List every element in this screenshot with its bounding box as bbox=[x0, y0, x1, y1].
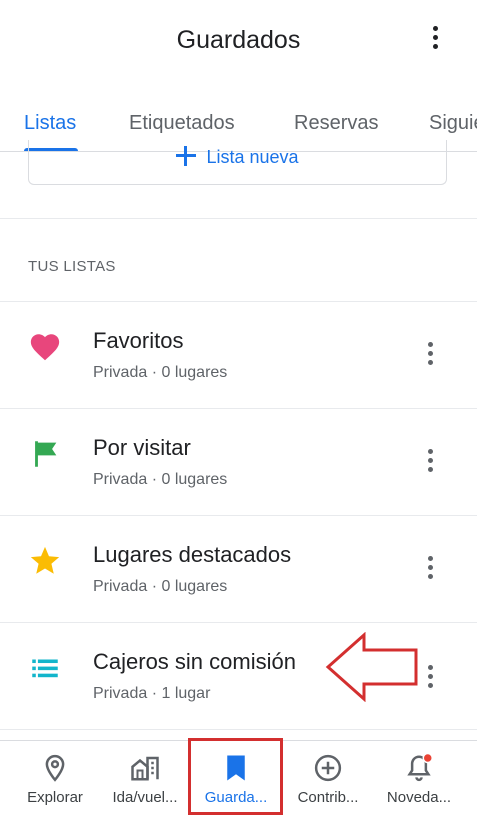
heart-icon bbox=[30, 334, 60, 361]
nav-label: Contrib... bbox=[297, 789, 359, 806]
new-list-button[interactable]: Lista nueva bbox=[28, 140, 447, 185]
list-icon bbox=[32, 659, 58, 678]
flag-icon bbox=[35, 441, 57, 467]
new-list-label: Lista nueva bbox=[206, 147, 299, 167]
list-item-por-visitar[interactable]: Por visitar Privada · 0 lugares bbox=[0, 409, 477, 515]
section-title: TUS LISTAS bbox=[28, 258, 116, 275]
page-title: Guardados bbox=[176, 26, 301, 54]
location-pin-icon bbox=[45, 754, 65, 782]
more-options-icon[interactable] bbox=[429, 26, 441, 52]
more-options-icon[interactable] bbox=[424, 342, 436, 368]
tab-siguiendo[interactable]: Siguie bbox=[429, 112, 477, 135]
list-subtitle: Privada · 1 lugar bbox=[93, 685, 211, 702]
list-item-lugares-destacados[interactable]: Lugares destacados Privada · 0 lugares bbox=[0, 516, 477, 622]
nav-label: Ida/vuel... bbox=[112, 789, 178, 806]
list-subtitle: Privada · 0 lugares bbox=[93, 578, 228, 595]
list-subtitle: Privada · 0 lugares bbox=[93, 471, 228, 488]
list-subtitle: Privada · 0 lugares bbox=[93, 364, 228, 381]
star-icon bbox=[30, 546, 60, 574]
tab-reservas[interactable]: Reservas bbox=[294, 112, 378, 135]
plus-icon bbox=[176, 146, 197, 166]
more-options-icon[interactable] bbox=[424, 556, 436, 582]
divider bbox=[0, 729, 477, 730]
divider bbox=[0, 218, 477, 219]
list-title: Por visitar bbox=[93, 435, 191, 460]
list-title: Favoritos bbox=[93, 328, 184, 353]
nav-explorar[interactable]: Explorar bbox=[14, 741, 96, 815]
tab-listas[interactable]: Listas bbox=[24, 112, 76, 135]
nav-label: Explorar bbox=[27, 789, 83, 806]
nav-label: Noveda... bbox=[386, 789, 452, 806]
nav-contribuir[interactable]: Contrib... bbox=[288, 741, 368, 815]
annotation-arrow-icon bbox=[325, 632, 418, 702]
app-header: Guardados bbox=[0, 0, 477, 80]
list-title: Lugares destacados bbox=[93, 542, 292, 567]
more-options-icon[interactable] bbox=[424, 665, 436, 691]
list-title: Cajeros sin comisión bbox=[93, 649, 296, 674]
tab-etiquetados[interactable]: Etiquetados bbox=[129, 112, 235, 135]
add-circle-icon bbox=[314, 754, 342, 782]
commute-icon bbox=[131, 756, 159, 781]
annotation-highlight-box bbox=[188, 738, 283, 815]
nav-ida-vuelta[interactable]: Ida/vuel... bbox=[104, 741, 186, 815]
list-item-favoritos[interactable]: Favoritos Privada · 0 lugares bbox=[0, 302, 477, 408]
notifications-icon bbox=[407, 753, 433, 782]
more-options-icon[interactable] bbox=[424, 449, 436, 475]
nav-novedades[interactable]: Noveda... bbox=[378, 741, 460, 815]
